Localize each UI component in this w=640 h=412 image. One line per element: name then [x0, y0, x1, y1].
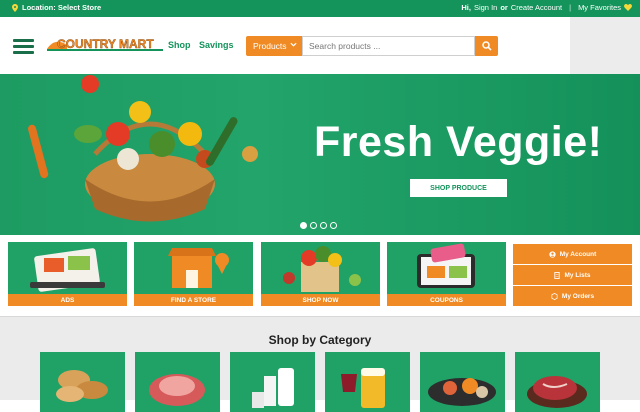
category-beverages[interactable]	[325, 352, 410, 412]
category-dairy[interactable]	[230, 352, 315, 412]
nav-shop[interactable]: Shop	[168, 40, 191, 50]
carousel-dot[interactable]	[310, 222, 317, 229]
tile-label: COUPONS	[387, 294, 506, 306]
grocery-bag-image	[283, 246, 361, 292]
drinks-image	[341, 368, 385, 408]
chevron-down-icon	[290, 42, 297, 47]
orders-icon	[551, 292, 558, 300]
feature-tiles: ADS FIND A STORE SHOP NOW COUPONS My Acc…	[0, 242, 640, 306]
vegetable-basket-image	[28, 75, 258, 222]
location-label[interactable]: Location: Select Store	[22, 3, 101, 12]
shop-produce-button[interactable]: SHOP PRODUCE	[410, 179, 507, 197]
hero-banner: Fresh Veggie! SHOP PRODUCE	[0, 74, 640, 235]
or-text: or	[500, 3, 508, 12]
location-selector[interactable]: Location: Select Store	[12, 3, 101, 12]
account-link-label: My Orders	[561, 292, 595, 300]
tile-label: ADS	[8, 294, 127, 306]
search-input[interactable]	[302, 36, 475, 56]
tile-label: FIND A STORE	[134, 294, 253, 306]
category-section: Shop by Category	[0, 316, 640, 412]
user-icon	[549, 250, 556, 258]
store-image	[168, 248, 229, 288]
bread-image	[56, 370, 108, 402]
favorites-link[interactable]: My Favorites	[578, 3, 621, 12]
heart-icon[interactable]	[624, 4, 632, 11]
carousel-dot[interactable]	[330, 222, 337, 229]
logo[interactable]: COUNTRY MART	[45, 35, 165, 55]
greeting: Hi,	[461, 3, 471, 12]
coupon-phone-image	[417, 243, 475, 288]
logo-text: COUNTRY MART	[57, 37, 154, 51]
account-link-label: My Lists	[564, 271, 591, 279]
create-account-link[interactable]: Create Account	[511, 3, 562, 12]
weekly-ad-image	[30, 248, 105, 292]
tile-find-a-store[interactable]: FIND A STORE	[134, 242, 253, 306]
location-pin-icon	[12, 3, 18, 12]
search-button[interactable]	[475, 36, 498, 56]
ham-image	[149, 374, 205, 406]
steak-image	[527, 376, 587, 408]
my-lists-link[interactable]: My Lists	[513, 265, 632, 285]
dropdown-label: Products	[253, 41, 287, 51]
menu-icon[interactable]	[13, 39, 34, 54]
dairy-image	[252, 368, 294, 408]
account-link-label: My Account	[559, 250, 597, 258]
carousel-dots	[300, 222, 337, 229]
nav-savings[interactable]: Savings	[199, 40, 234, 50]
divider: |	[569, 3, 572, 12]
top-bar: Location: Select Store Hi, Sign In or Cr…	[0, 0, 640, 17]
list-icon	[554, 271, 561, 279]
tile-ads[interactable]: ADS	[8, 242, 127, 306]
category-seafood[interactable]	[420, 352, 505, 412]
carousel-dot[interactable]	[320, 222, 327, 229]
carousel-dot[interactable]	[300, 222, 307, 229]
tile-label: SHOP NOW	[261, 294, 380, 306]
header-side-panel	[570, 17, 640, 74]
search-category-dropdown[interactable]: Products	[246, 36, 302, 56]
seafood-image	[428, 378, 496, 406]
category-section-title: Shop by Category	[268, 333, 372, 347]
my-orders-link[interactable]: My Orders	[513, 286, 632, 306]
header: COUNTRY MART Shop Savings Products	[0, 17, 570, 74]
category-meat[interactable]	[515, 352, 600, 412]
sign-in-link[interactable]: Sign In	[474, 3, 497, 12]
tile-coupons[interactable]: COUPONS	[387, 242, 506, 306]
tile-shop-now[interactable]: SHOP NOW	[261, 242, 380, 306]
my-account-link[interactable]: My Account	[513, 244, 632, 264]
category-deli[interactable]	[135, 352, 220, 412]
search-icon	[481, 41, 492, 51]
category-bakery[interactable]	[40, 352, 125, 412]
hero-headline: Fresh Veggie!	[314, 118, 603, 166]
